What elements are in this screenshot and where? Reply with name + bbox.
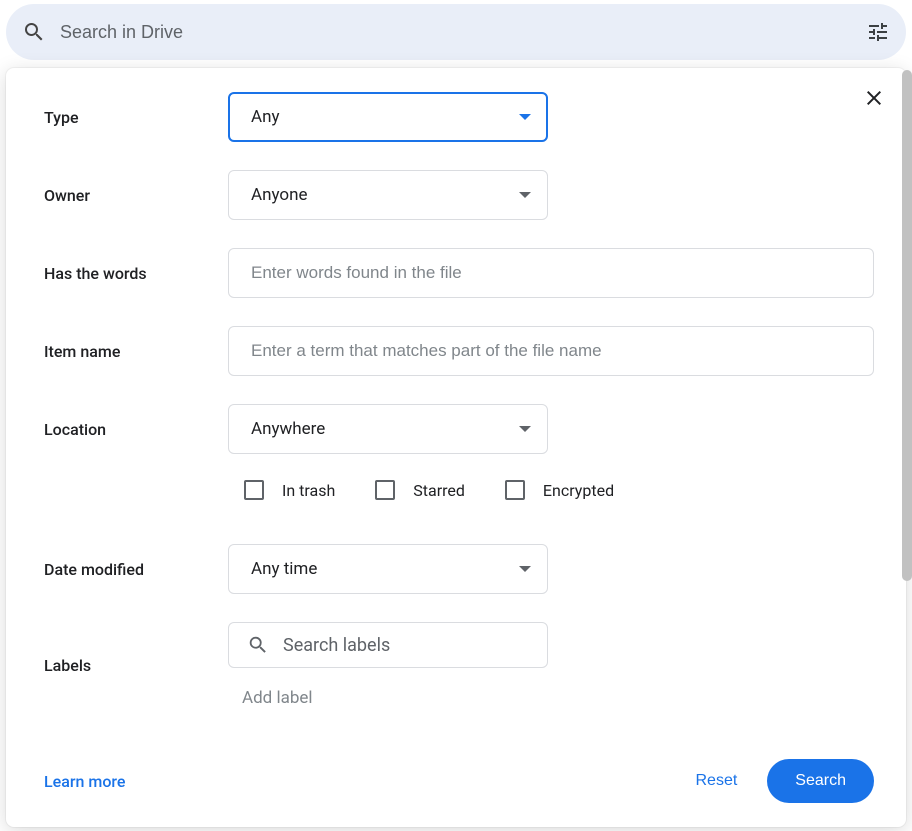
- type-select[interactable]: Any: [228, 92, 548, 142]
- intrash-checkbox[interactable]: [244, 480, 264, 500]
- location-label: Location: [44, 420, 228, 439]
- starred-checkbox[interactable]: [375, 480, 395, 500]
- advanced-search-panel: Type Any Owner Anyone Has the words: [6, 68, 906, 827]
- search-input[interactable]: [60, 22, 852, 43]
- labels-search-placeholder: Search labels: [283, 635, 390, 656]
- search-bar[interactable]: [6, 4, 906, 60]
- owner-select[interactable]: Anyone: [228, 170, 548, 220]
- haswords-label: Has the words: [44, 264, 228, 283]
- chevron-down-icon: [519, 426, 531, 432]
- intrash-label: In trash: [282, 481, 335, 500]
- tune-icon[interactable]: [866, 20, 890, 44]
- owner-label: Owner: [44, 186, 228, 205]
- search-icon: [22, 20, 46, 44]
- learn-more-link[interactable]: Learn more: [44, 772, 125, 791]
- search-button[interactable]: Search: [767, 759, 874, 803]
- datemodified-select[interactable]: Any time: [228, 544, 548, 594]
- chevron-down-icon: [519, 566, 531, 572]
- encrypted-label: Encrypted: [543, 481, 614, 500]
- scrollbar[interactable]: [902, 70, 912, 581]
- location-select[interactable]: Anywhere: [228, 404, 548, 454]
- labels-label: Labels: [44, 656, 228, 675]
- itemname-label: Item name: [44, 342, 228, 361]
- chevron-down-icon: [519, 192, 531, 198]
- encrypted-checkbox[interactable]: [505, 480, 525, 500]
- type-label: Type: [44, 108, 228, 127]
- itemname-input[interactable]: [228, 326, 874, 376]
- reset-button[interactable]: Reset: [696, 772, 738, 790]
- datemodified-value: Any time: [251, 559, 317, 579]
- datemodified-label: Date modified: [44, 560, 228, 579]
- labels-search-input[interactable]: Search labels: [228, 622, 548, 668]
- chevron-down-icon: [519, 114, 531, 120]
- owner-value: Anyone: [251, 185, 308, 205]
- add-label-text: Add label: [242, 688, 874, 708]
- scrollbar-thumb[interactable]: [902, 70, 912, 581]
- panel-footer: Learn more Reset Search: [44, 739, 874, 803]
- type-value: Any: [251, 107, 280, 127]
- starred-label: Starred: [413, 481, 465, 500]
- location-value: Anywhere: [251, 419, 325, 439]
- haswords-input[interactable]: [228, 248, 874, 298]
